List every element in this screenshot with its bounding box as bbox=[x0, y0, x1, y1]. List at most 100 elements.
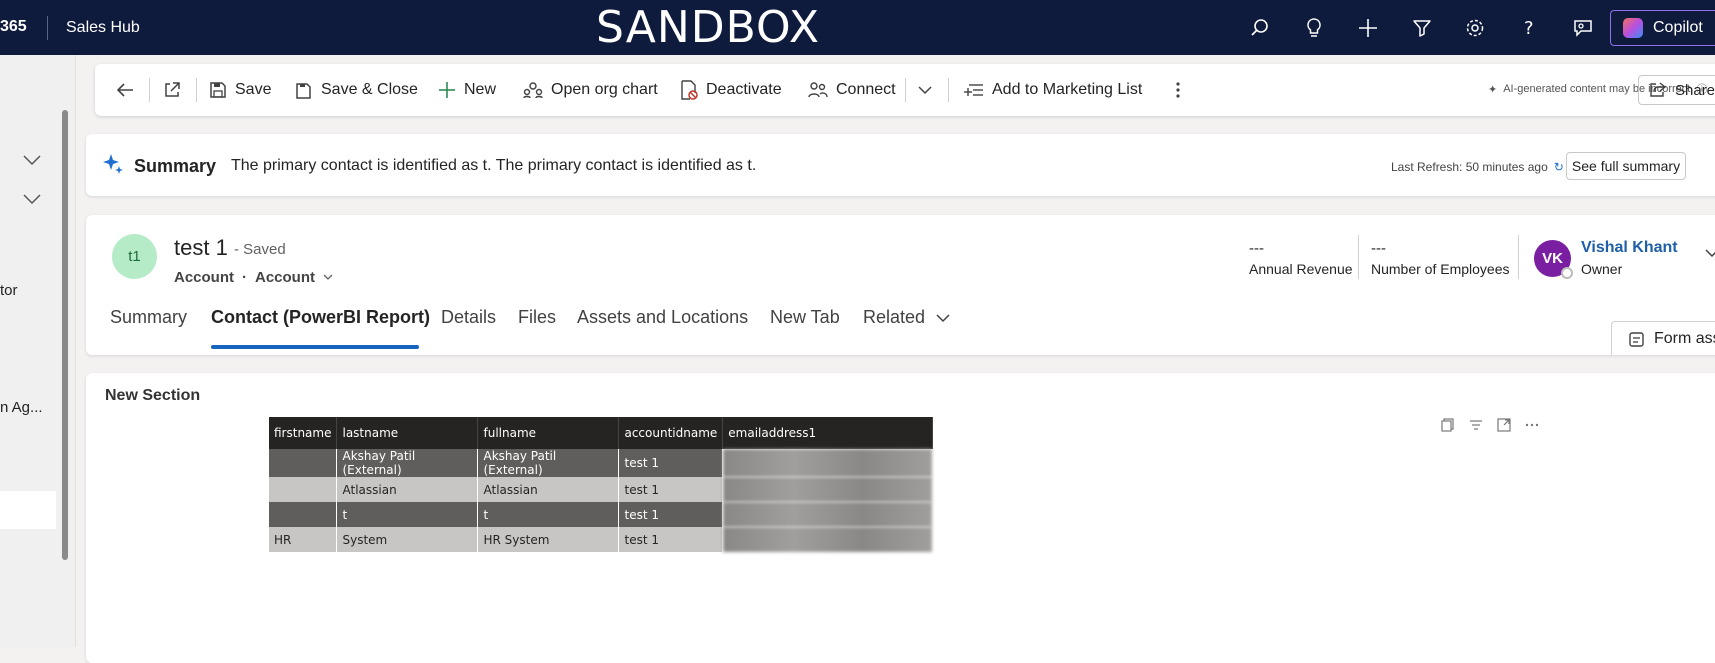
new-section: New Section firstname lastname fullname … bbox=[86, 373, 1715, 663]
environment-label: SANDBOX bbox=[596, 2, 821, 53]
filter-icon[interactable] bbox=[1469, 418, 1483, 437]
sparkle-icon bbox=[102, 153, 124, 180]
table-row[interactable]: Atlassian Atlassian test 1 bbox=[269, 477, 934, 502]
save-button[interactable]: Save bbox=[209, 64, 271, 116]
copy-visual-icon[interactable] bbox=[1441, 418, 1455, 437]
cell-fullname: Atlassian bbox=[477, 477, 620, 502]
cell-fullname: Akshay Patil (External) bbox=[477, 449, 620, 477]
toolbar-divider bbox=[196, 78, 197, 102]
refresh-icon[interactable]: ↻ bbox=[1554, 160, 1564, 174]
see-full-summary-button[interactable]: See full summary bbox=[1566, 152, 1686, 180]
share-icon bbox=[1650, 82, 1667, 97]
tab-new-tab[interactable]: New Tab bbox=[770, 307, 840, 328]
left-nav: tor n Ag... bbox=[0, 55, 76, 647]
owner-avatar[interactable]: VK bbox=[1534, 240, 1573, 279]
tab-related[interactable]: Related bbox=[863, 307, 950, 328]
save-close-button[interactable]: Save & Close bbox=[295, 64, 418, 116]
separator-dot: · bbox=[242, 269, 247, 286]
annual-revenue-field: --- Annual Revenue bbox=[1249, 240, 1353, 277]
filter-icon[interactable] bbox=[1409, 15, 1435, 41]
new-button[interactable]: New bbox=[438, 64, 496, 116]
chevron-down-icon[interactable] bbox=[1704, 245, 1715, 263]
back-button[interactable] bbox=[115, 64, 135, 116]
help-icon[interactable]: ? bbox=[1516, 15, 1542, 41]
app-name[interactable]: 365 bbox=[0, 18, 27, 36]
column-header[interactable]: firstname bbox=[269, 417, 338, 449]
copilot-button[interactable]: Copilot bbox=[1610, 10, 1715, 46]
column-header[interactable]: accountidname bbox=[618, 417, 724, 449]
toolbar-divider bbox=[905, 78, 906, 102]
tab-related-label: Related bbox=[863, 307, 926, 327]
table-row[interactable]: Akshay Patil (External) Akshay Patil (Ex… bbox=[269, 449, 934, 477]
plus-icon[interactable] bbox=[1355, 15, 1381, 41]
nav-item-truncated[interactable]: n Ag... bbox=[0, 399, 43, 416]
cell-accountidname: test 1 bbox=[618, 477, 724, 502]
tab-assets-and-locations[interactable]: Assets and Locations bbox=[577, 307, 748, 328]
record-header: t1 test 1 - Saved Account · Account --- … bbox=[86, 215, 1715, 355]
org-chart-label: Open org chart bbox=[551, 81, 658, 98]
chevron-down-icon[interactable] bbox=[22, 192, 42, 210]
plus-icon bbox=[439, 82, 455, 98]
deactivate-icon bbox=[681, 80, 698, 100]
employees-value: --- bbox=[1371, 240, 1386, 257]
share-label: Share bbox=[1675, 81, 1715, 99]
copilot-label: Copilot bbox=[1653, 19, 1703, 36]
powerbi-report[interactable]: firstname lastname fullname accountidnam… bbox=[269, 417, 934, 552]
cell-accountidname: test 1 bbox=[618, 527, 724, 552]
cell-email-redacted bbox=[722, 477, 934, 502]
share-button[interactable]: Share bbox=[1638, 75, 1715, 105]
cell-lastname: t bbox=[336, 502, 479, 527]
cell-fullname: HR System bbox=[477, 527, 620, 552]
tab-contact-powerbi-report[interactable]: Contact (PowerBI Report) bbox=[211, 307, 430, 328]
search-icon[interactable] bbox=[1247, 15, 1273, 41]
gear-icon[interactable] bbox=[1462, 15, 1488, 41]
save-close-icon bbox=[296, 83, 311, 99]
cell-accountidname: test 1 bbox=[618, 449, 724, 477]
table-row[interactable]: t t test 1 bbox=[269, 502, 934, 527]
add-to-marketing-list-button[interactable]: Add to Marketing List bbox=[964, 64, 1142, 116]
focus-mode-icon[interactable] bbox=[1497, 418, 1511, 437]
connect-button[interactable]: Connect bbox=[808, 64, 896, 116]
feedback-icon[interactable] bbox=[1570, 15, 1596, 41]
tab-details[interactable]: Details bbox=[441, 307, 496, 328]
annual-revenue-label: Annual Revenue bbox=[1249, 261, 1353, 277]
org-chart-button[interactable]: Open org chart bbox=[523, 64, 658, 116]
deactivate-button[interactable]: Deactivate bbox=[680, 64, 782, 116]
table-row[interactable]: HR System HR System test 1 bbox=[269, 527, 934, 552]
more-vertical-icon bbox=[1176, 82, 1180, 98]
active-tab-indicator bbox=[211, 345, 419, 349]
cell-firstname bbox=[269, 449, 338, 477]
column-header[interactable]: emailaddress1 bbox=[722, 417, 934, 449]
nav-item-selected[interactable] bbox=[0, 491, 56, 529]
form-assist-button[interactable]: Form ass bbox=[1611, 321, 1715, 355]
more-commands-dropdown[interactable] bbox=[917, 64, 933, 116]
lightbulb-icon[interactable] bbox=[1301, 15, 1327, 41]
marketing-list-label: Add to Marketing List bbox=[992, 81, 1143, 98]
nav-scrollbar[interactable] bbox=[62, 110, 68, 560]
open-new-window-button[interactable] bbox=[163, 64, 181, 116]
employees-label: Number of Employees bbox=[1371, 261, 1510, 277]
save-close-label: Save & Close bbox=[321, 81, 418, 98]
chevron-down-icon bbox=[936, 314, 950, 323]
more-options-icon[interactable] bbox=[1525, 418, 1539, 437]
overflow-menu-button[interactable] bbox=[1175, 64, 1181, 116]
form-selector[interactable]: Account bbox=[255, 269, 315, 286]
summary-title: Summary bbox=[134, 156, 217, 176]
owner-initials: VK bbox=[1542, 250, 1563, 267]
tab-summary[interactable]: Summary bbox=[110, 307, 187, 328]
cell-firstname bbox=[269, 502, 338, 527]
top-bar: 365 Sales Hub SANDBOX ? Copilot bbox=[0, 0, 1715, 55]
hub-name[interactable]: Sales Hub bbox=[66, 19, 140, 37]
owner-name-link[interactable]: Vishal Khant bbox=[1581, 239, 1678, 257]
cell-accountidname: test 1 bbox=[618, 502, 724, 527]
nav-item-truncated[interactable]: tor bbox=[0, 282, 18, 299]
column-header[interactable]: fullname bbox=[477, 417, 620, 449]
toolbar-divider bbox=[149, 78, 150, 102]
chevron-down-icon[interactable] bbox=[22, 153, 42, 171]
new-label: New bbox=[464, 81, 497, 98]
visual-toolbar bbox=[1441, 418, 1539, 437]
column-header[interactable]: lastname bbox=[336, 417, 479, 449]
tab-files[interactable]: Files bbox=[518, 307, 556, 328]
form-assist-icon bbox=[1629, 331, 1644, 347]
field-divider bbox=[1518, 235, 1519, 279]
